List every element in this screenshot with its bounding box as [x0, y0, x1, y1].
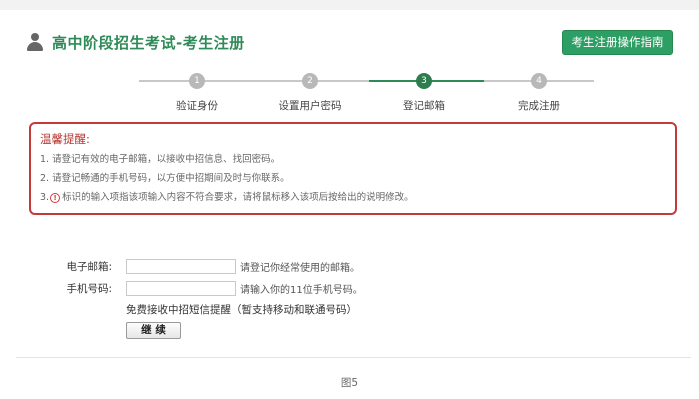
reminder-title: 温馨提醒: — [40, 132, 90, 146]
registration-guide-button[interactable]: 考生注册操作指南 — [562, 30, 673, 55]
reminder-item: 3. ! 标识的输入项指该项输入内容不符合要求，请将鼠标移入该项后按给出的说明修… — [40, 188, 666, 207]
step-verify-identity: 1 验证身份 — [142, 68, 252, 113]
step-number: 3 — [416, 73, 432, 89]
step-number: 1 — [189, 73, 205, 89]
step-number: 4 — [531, 73, 547, 89]
step-label: 设置用户密码 — [278, 100, 342, 112]
error-mark-icon: ! — [50, 192, 61, 203]
phone-label: 手机号码: — [66, 282, 112, 295]
reminder-box: 温馨提醒: 1. 请登记有效的电子邮箱，以接收中招信息、找回密码。 2. 请登记… — [29, 122, 677, 215]
phone-row: 手机号码: 请输入你的11位手机号码。 — [16, 280, 363, 296]
figure-caption: 图5 — [340, 377, 359, 389]
phone-input[interactable] — [126, 280, 236, 296]
email-row: 电子邮箱: 请登记你经常使用的邮箱。 — [16, 258, 360, 274]
reminder-item: 2. 请登记畅通的手机号码，以方便中招期间及时与你联系。 — [40, 173, 290, 184]
reminder-item: 1. 请登记有效的电子邮箱，以接收中招信息、找回密码。 — [40, 154, 281, 165]
step-label: 登记邮箱 — [403, 100, 445, 112]
step-label: 验证身份 — [176, 100, 218, 112]
email-hint: 请登记你经常使用的邮箱。 — [240, 262, 360, 274]
progress-steps: 1 验证身份 2 设置用户密码 3 登记邮箱 4 完成注册 — [124, 68, 594, 120]
step-complete: 4 完成注册 — [484, 68, 594, 113]
step-register-email: 3 登记邮箱 — [369, 68, 479, 113]
page-title: 高中阶段招生考试-考生注册 — [52, 33, 245, 52]
step-number: 2 — [302, 73, 318, 89]
top-shade — [0, 0, 699, 10]
user-icon — [26, 33, 44, 51]
step-set-password: 2 设置用户密码 — [255, 68, 365, 113]
registration-panel: 高中阶段招生考试-考生注册 考生注册操作指南 1 验证身份 2 设置用户密码 3… — [16, 10, 691, 358]
step-label: 完成注册 — [518, 100, 560, 112]
page-header: 高中阶段招生考试-考生注册 — [26, 32, 245, 52]
phone-hint: 请输入你的11位手机号码。 — [240, 284, 363, 296]
email-input[interactable] — [126, 258, 236, 274]
email-label: 电子邮箱: — [66, 260, 112, 273]
sms-notice: 免费接收中招短信提醒（暂支持移动和联通号码） — [126, 304, 357, 316]
reminder-item-number: 3. — [40, 192, 50, 203]
continue-button[interactable]: 继 续 — [126, 322, 181, 339]
reminder-item-text: 标识的输入项指该项输入内容不符合要求，请将鼠标移入该项后按给出的说明修改。 — [62, 192, 414, 203]
